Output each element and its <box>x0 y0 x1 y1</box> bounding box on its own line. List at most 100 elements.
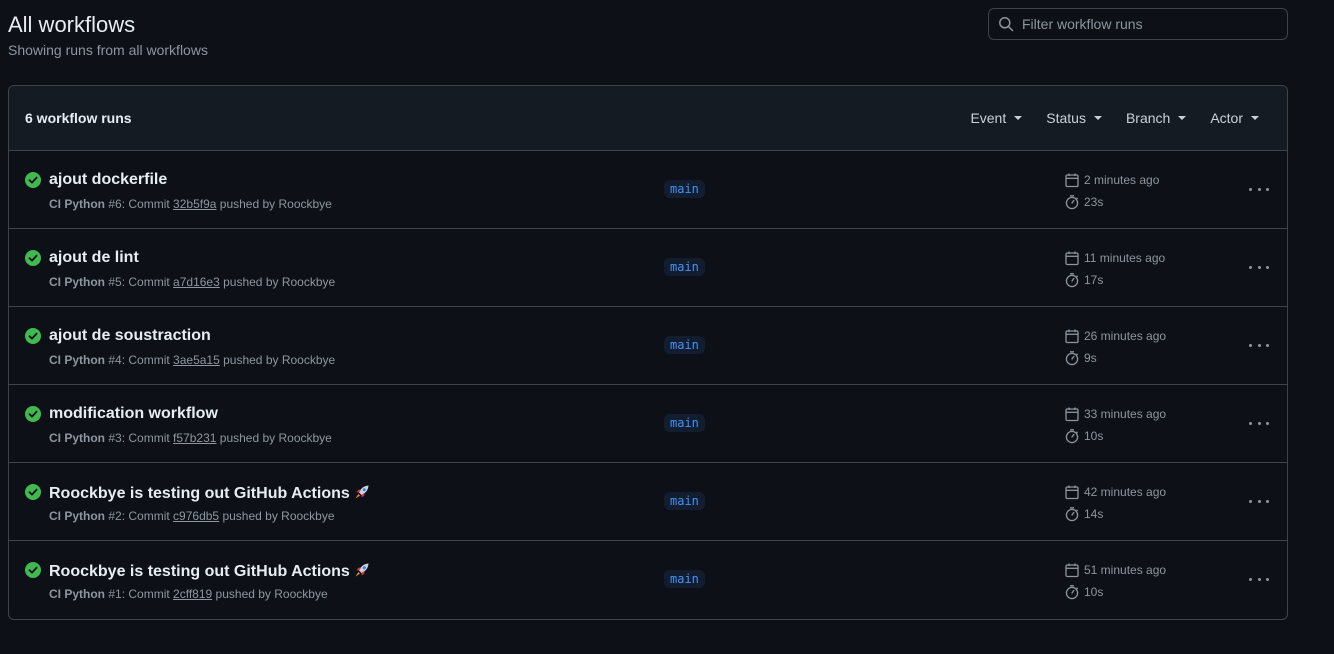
calendar-icon <box>1065 329 1079 344</box>
commit-sha-link[interactable]: a7d16e3 <box>173 275 220 289</box>
branch-label[interactable]: main <box>664 336 705 354</box>
kebab-dot <box>1257 187 1261 191</box>
status-filter-menu[interactable]: Status <box>1046 110 1102 126</box>
run-date: 2 minutes ago <box>1064 172 1159 188</box>
pushed-by: pushed by Roockbye <box>219 197 332 211</box>
commit-sha-link[interactable]: 3ae5a15 <box>173 353 220 367</box>
pushed-by: pushed by Roockbye <box>223 353 336 367</box>
branch-filter-label: Branch <box>1125 110 1171 126</box>
calendar-icon <box>1065 407 1079 422</box>
workflow-name: CI Python <box>49 197 105 211</box>
workflow-run-row[interactable]: ajout dockerfile CI Python #6: Commit 32… <box>9 151 1287 229</box>
run-title-text: modification workflow <box>49 405 218 422</box>
commit-sha-link[interactable]: f57b231 <box>173 431 216 445</box>
kebab-dot <box>1266 421 1269 425</box>
filter-runs-input[interactable] <box>1022 16 1272 32</box>
run-number: #4 <box>108 353 122 367</box>
run-duration: 17s <box>1064 272 1103 288</box>
kebab-dot <box>1249 499 1252 503</box>
workflow-name: CI Python <box>49 587 105 601</box>
more-options-button[interactable] <box>1249 415 1269 431</box>
commit-sha-link[interactable]: 32b5f9a <box>173 197 216 211</box>
workflow-runs-box: 6 workflow runs Event Status Branch Acto… <box>8 85 1288 620</box>
workflow-run-row[interactable]: Roockbye is testing out GitHub Actions C… <box>9 463 1287 541</box>
stopwatch-icon <box>1065 273 1079 288</box>
branch-label[interactable]: main <box>664 414 705 432</box>
pushed-by: pushed by Roockbye <box>215 587 328 601</box>
branch-label[interactable]: main <box>664 492 705 510</box>
run-number: #3 <box>108 431 122 445</box>
kebab-dot <box>1266 265 1269 269</box>
run-title[interactable]: Roockbye is testing out GitHub Actions <box>49 483 371 503</box>
check-circle-icon <box>25 484 41 500</box>
kebab-dot <box>1257 421 1261 425</box>
rocket-icon <box>355 485 369 499</box>
commit-label: : Commit <box>121 431 170 445</box>
run-duration: 23s <box>1064 194 1103 210</box>
commit-label: : Commit <box>121 587 170 601</box>
run-title-text: ajout de soustraction <box>49 327 211 344</box>
run-number: #1 <box>108 587 122 601</box>
run-title[interactable]: Roockbye is testing out GitHub Actions <box>49 561 371 581</box>
commit-label: : Commit <box>121 353 170 367</box>
run-date: 51 minutes ago <box>1064 562 1166 578</box>
workflow-run-row[interactable]: Roockbye is testing out GitHub Actions C… <box>9 541 1287 619</box>
workflow-name: CI Python <box>49 509 105 523</box>
run-meta: CI Python #5: Commit a7d16e3 pushed by R… <box>49 275 335 289</box>
time-ago: 26 minutes ago <box>1084 329 1167 343</box>
page-subtitle: Showing runs from all workflows <box>8 42 208 58</box>
run-meta: CI Python #2: Commit c976db5 pushed by R… <box>49 509 335 523</box>
pushed-by: pushed by Roockbye <box>222 509 335 523</box>
run-title-text: ajout de lint <box>49 249 139 266</box>
check-circle-icon <box>25 172 41 188</box>
duration: 9s <box>1084 351 1097 365</box>
calendar-icon <box>1065 485 1079 500</box>
duration: 10s <box>1084 585 1104 599</box>
more-options-button[interactable] <box>1249 337 1269 353</box>
kebab-dot <box>1257 343 1261 347</box>
more-options-button[interactable] <box>1249 181 1269 197</box>
kebab-dot <box>1257 265 1261 269</box>
stopwatch-icon <box>1065 351 1079 366</box>
workflow-run-row[interactable]: modification workflow CI Python #3: Comm… <box>9 385 1287 463</box>
actor-filter-menu[interactable]: Actor <box>1210 110 1259 126</box>
check-circle-icon <box>25 328 41 344</box>
kebab-dot <box>1249 577 1252 581</box>
calendar-icon <box>1065 563 1079 578</box>
pushed-by: pushed by Roockbye <box>223 275 336 289</box>
caret-down-icon <box>1178 116 1187 120</box>
run-duration: 14s <box>1064 506 1103 522</box>
runs-box-header: 6 workflow runs Event Status Branch Acto… <box>9 86 1287 151</box>
run-duration: 10s <box>1064 584 1103 600</box>
run-duration: 9s <box>1064 350 1097 366</box>
run-title[interactable]: ajout dockerfile <box>49 171 167 189</box>
branch-label[interactable]: main <box>664 258 705 276</box>
check-circle-icon <box>25 250 41 266</box>
workflow-run-row[interactable]: ajout de soustraction CI Python #4: Comm… <box>9 307 1287 385</box>
run-title[interactable]: modification workflow <box>49 405 218 423</box>
more-options-button[interactable] <box>1249 259 1269 275</box>
more-options-button[interactable] <box>1249 493 1269 509</box>
stopwatch-icon <box>1065 585 1079 600</box>
more-options-button[interactable] <box>1249 571 1269 587</box>
workflow-run-row[interactable]: ajout de lint CI Python #5: Commit a7d16… <box>9 229 1287 307</box>
run-title[interactable]: ajout de lint <box>49 249 139 267</box>
branch-label[interactable]: main <box>664 180 705 198</box>
caret-down-icon <box>1093 116 1102 120</box>
commit-sha-link[interactable]: c976db5 <box>173 509 219 523</box>
run-number: #6 <box>108 197 122 211</box>
filter-runs-field[interactable] <box>988 8 1288 40</box>
branch-label[interactable]: main <box>664 570 705 588</box>
run-date: 26 minutes ago <box>1064 328 1166 344</box>
run-title[interactable]: ajout de soustraction <box>49 327 211 345</box>
commit-sha-link[interactable]: 2cff819 <box>173 587 212 601</box>
branch-filter-menu[interactable]: Branch <box>1125 110 1187 126</box>
check-circle-icon <box>25 562 41 578</box>
duration: 23s <box>1084 195 1104 209</box>
duration: 10s <box>1084 429 1104 443</box>
event-filter-menu[interactable]: Event <box>970 110 1023 126</box>
run-title-text: ajout dockerfile <box>49 171 168 188</box>
commit-label: : Commit <box>121 509 170 523</box>
run-date: 33 minutes ago <box>1064 406 1166 422</box>
run-meta: CI Python #1: Commit 2cff819 pushed by R… <box>49 587 328 601</box>
